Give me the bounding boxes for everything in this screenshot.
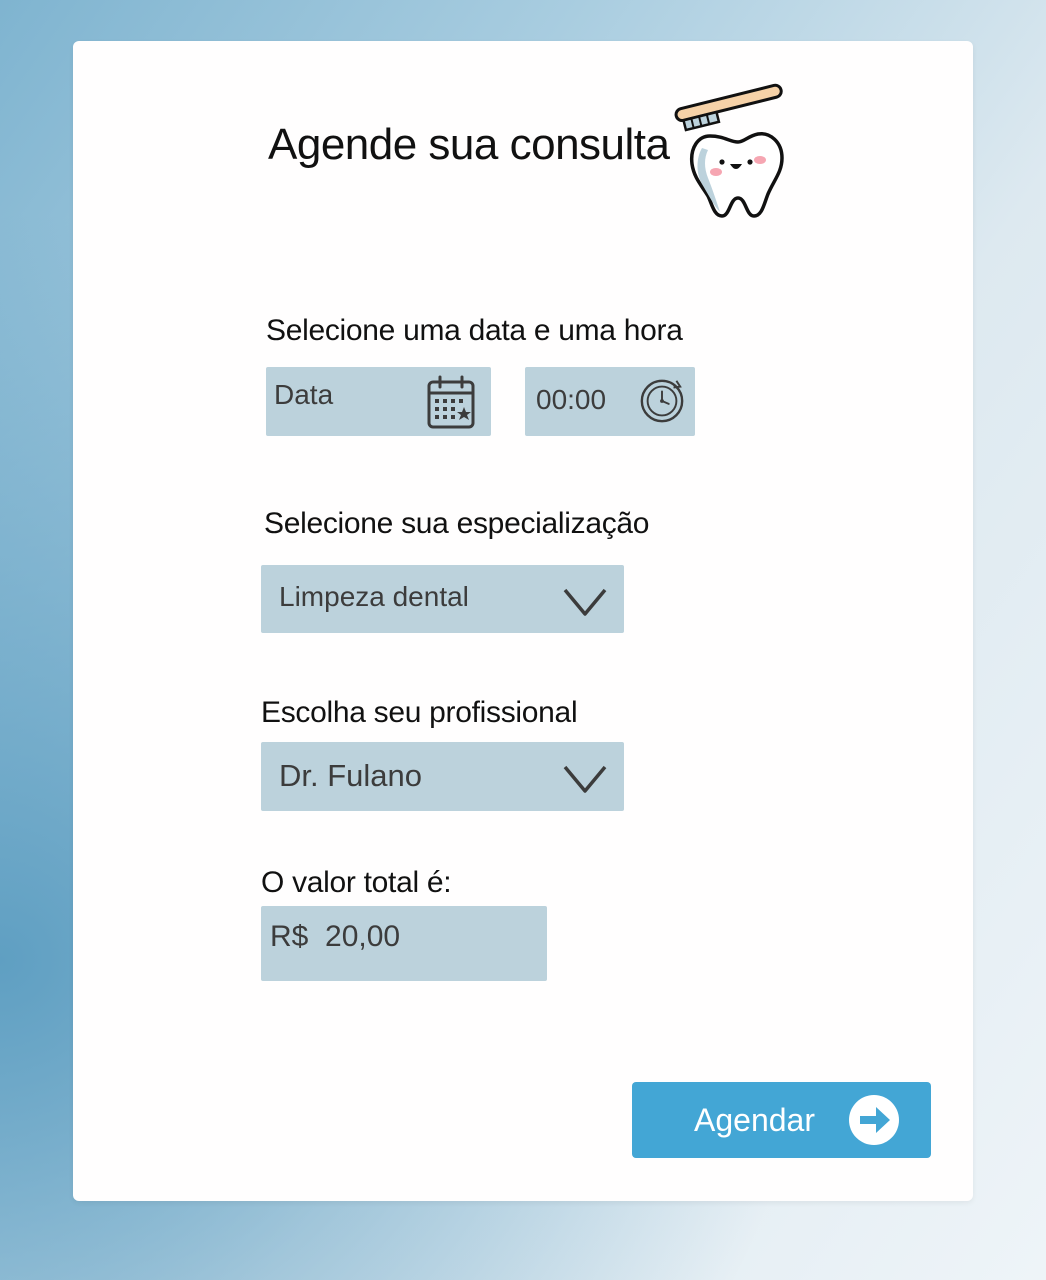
chevron-down-icon[interactable]	[562, 764, 608, 794]
total-label: O valor total é:	[261, 866, 452, 899]
professional-select[interactable]: Dr. Fulano	[261, 742, 624, 811]
total-value-field: R$ 20,00	[261, 906, 547, 981]
specialization-select[interactable]: Limpeza dental	[261, 565, 624, 633]
date-placeholder: Data	[274, 379, 334, 410]
arrow-right-circle-icon	[849, 1095, 899, 1145]
professional-label: Escolha seu profissional	[261, 696, 578, 729]
tooth-with-toothbrush-icon	[674, 83, 784, 218]
agendar-button-label: Agendar	[694, 1102, 815, 1138]
total-value: R$ 20,00	[270, 920, 401, 953]
specialization-value: Limpeza dental	[279, 581, 469, 612]
datetime-label: Selecione uma data e uma hora	[266, 314, 683, 347]
time-input[interactable]: 00:00	[525, 367, 695, 436]
calendar-icon[interactable]	[426, 375, 476, 431]
specialization-label: Selecione sua especialização	[264, 507, 650, 540]
time-value: 00:00	[536, 384, 607, 415]
page-title: Agende sua consulta	[268, 120, 670, 169]
clock-icon[interactable]	[638, 377, 686, 425]
agendar-button[interactable]: Agendar	[632, 1082, 931, 1158]
date-input[interactable]: Data	[266, 367, 491, 436]
chevron-down-icon[interactable]	[562, 587, 608, 617]
professional-value: Dr. Fulano	[279, 758, 423, 793]
